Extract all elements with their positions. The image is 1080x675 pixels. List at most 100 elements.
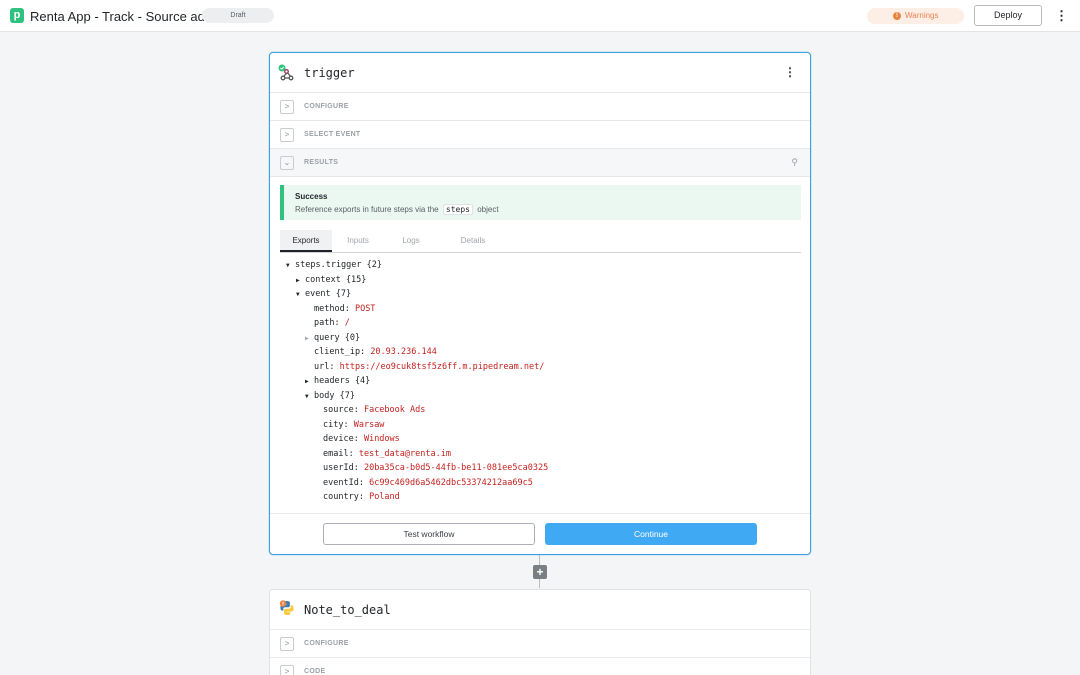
step-footer: Test workflow Continue [270, 513, 810, 555]
section-label: SELECT EVENT [304, 131, 361, 138]
tab-logs[interactable]: Logs [392, 230, 430, 252]
tree-value: Warsaw [353, 420, 385, 430]
tree-item-user-id[interactable]: userId: 20ba35ca-b0d5-44fb-be11-081ee5ca… [323, 463, 548, 473]
tree-key: userId: [323, 463, 359, 473]
tree-key: method: [314, 304, 350, 314]
tree-value: POST [354, 304, 376, 314]
add-step-button[interactable]: + [533, 565, 547, 579]
tree-item-source[interactable]: source: Facebook Ads [323, 405, 425, 415]
tree-item-event-id[interactable]: eventId: 6c99c469d6a5462dbc53374212aa69c… [323, 478, 533, 488]
tree-key: path: [314, 318, 340, 328]
tab-exports[interactable]: Exports [280, 230, 332, 252]
tree-label: body {7} [314, 391, 355, 401]
success-title: Success [295, 192, 328, 201]
more-menu-icon[interactable]: ⋮ [1055, 8, 1068, 24]
top-bar: p Renta App - Track - Source added Draft… [0, 0, 1080, 32]
tree-key: source: [323, 405, 359, 415]
success-text-before: Reference exports in future steps via th… [295, 205, 439, 214]
tree-value: 20.93.236.144 [370, 347, 437, 357]
tree-node-query[interactable]: ▶ query {0} [305, 333, 360, 343]
section-label: CONFIGURE [304, 103, 349, 110]
tree-key: email: [323, 449, 354, 459]
caret-down-icon: ▼ [305, 393, 309, 400]
caret-right-icon: ▶ [305, 335, 309, 342]
tree-node-event[interactable]: ▼ event {7} [296, 289, 351, 299]
tree-key: city: [323, 420, 349, 430]
warnings-label: Warnings [905, 11, 939, 20]
results-tabs: Exports Inputs Logs Details [280, 230, 801, 253]
tree-value: Facebook Ads [363, 405, 426, 415]
success-alert: Success Reference exports in future step… [280, 185, 801, 220]
tree-value: test_data@renta.im [358, 449, 451, 459]
tree-value: 20ba35ca-b0d5-44fb-be11-081ee5ca0325 [363, 463, 549, 473]
step-header[interactable]: ! Note_to_deal [270, 590, 810, 630]
pin-icon[interactable]: ⚲ [791, 157, 798, 168]
tree-item-client-ip[interactable]: client_ip: 20.93.236.144 [314, 347, 437, 357]
caret-right-icon: ▶ [305, 378, 309, 385]
tree-key: eventId: [323, 478, 364, 488]
warnings-button[interactable]: ! Warnings [867, 8, 964, 24]
tree-item-email[interactable]: email: test_data@renta.im [323, 449, 451, 459]
tree-key: client_ip: [314, 347, 366, 357]
test-workflow-button[interactable]: Test workflow [323, 523, 535, 545]
success-text-after: object [477, 205, 499, 214]
chevron-right-icon: > [280, 128, 294, 142]
tree-label: event {7} [305, 289, 352, 299]
tree-value: Poland [369, 492, 400, 502]
section-label: CODE [304, 668, 326, 675]
chevron-right-icon: > [280, 100, 294, 114]
tree-item-country[interactable]: country: Poland [323, 492, 400, 502]
step-header[interactable]: trigger ⋮ [270, 53, 810, 93]
code-chip: steps [442, 204, 473, 215]
tree-node-body[interactable]: ▼ body {7} [305, 391, 355, 401]
workflow-title[interactable]: Renta App - Track - Source added [30, 9, 227, 24]
tree-value: https://eo9cuk8tsf5z6ff.m.pipedream.net/ [339, 362, 545, 372]
tree-item-path[interactable]: path: / [314, 318, 350, 328]
tab-inputs[interactable]: Inputs [335, 230, 381, 252]
tree-node-root[interactable]: ▼ steps.trigger {2} [286, 260, 382, 270]
tree-node-headers[interactable]: ▶ headers {4} [305, 376, 370, 386]
step-title[interactable]: trigger [304, 66, 355, 80]
section-configure[interactable]: > CONFIGURE [270, 93, 810, 121]
python-icon: ! [279, 600, 294, 615]
tree-label: steps.trigger {2} [295, 260, 382, 270]
status-badge: Draft [202, 8, 274, 23]
tab-details[interactable]: Details [440, 230, 506, 252]
section-code[interactable]: > CODE [270, 658, 810, 675]
caret-right-icon: ▶ [296, 277, 300, 284]
tree-label: query {0} [314, 333, 361, 343]
section-select-event[interactable]: > SELECT EVENT [270, 121, 810, 149]
section-results[interactable]: ⌄ RESULTS ⚲ [270, 149, 810, 177]
tree-item-url[interactable]: url: https://eo9cuk8tsf5z6ff.m.pipedream… [314, 362, 544, 372]
step-title[interactable]: Note_to_deal [304, 603, 391, 617]
tree-item-city[interactable]: city: Warsaw [323, 420, 384, 430]
caret-down-icon: ▼ [296, 291, 300, 298]
tree-label: headers {4} [314, 376, 371, 386]
trigger-step-card[interactable]: trigger ⋮ > CONFIGURE > SELECT EVENT ⌄ R… [269, 52, 811, 555]
step-menu-icon[interactable]: ⋮ [784, 65, 796, 79]
tree-node-context[interactable]: ▶ context {15} [296, 275, 366, 285]
warning-icon: ! [893, 12, 901, 20]
tree-key: country: [323, 492, 364, 502]
tree-item-device[interactable]: device: Windows [323, 434, 400, 444]
caret-down-icon: ▼ [286, 262, 290, 269]
section-label: CONFIGURE [304, 640, 349, 647]
note-to-deal-step-card[interactable]: ! Note_to_deal > CONFIGURE > CODE [269, 589, 811, 675]
webhook-icon [278, 64, 294, 81]
deploy-button[interactable]: Deploy [974, 5, 1042, 26]
chevron-right-icon: > [280, 637, 294, 651]
section-label: RESULTS [304, 159, 339, 166]
success-text: Reference exports in future steps via th… [295, 204, 499, 215]
tree-value: 6c99c469d6a5462dbc53374212aa69c5 [369, 478, 533, 488]
tree-label: context {15} [305, 275, 367, 285]
svg-text:!: ! [282, 601, 284, 607]
section-configure[interactable]: > CONFIGURE [270, 630, 810, 658]
tree-key: url: [314, 362, 335, 372]
tree-item-method[interactable]: method: POST [314, 304, 375, 314]
tree-value: / [344, 318, 350, 328]
chevron-right-icon: > [280, 665, 294, 675]
tree-value: Windows [363, 434, 400, 444]
continue-button[interactable]: Continue [545, 523, 757, 545]
tree-key: device: [323, 434, 359, 444]
pipedream-logo-icon[interactable]: p [10, 8, 24, 23]
